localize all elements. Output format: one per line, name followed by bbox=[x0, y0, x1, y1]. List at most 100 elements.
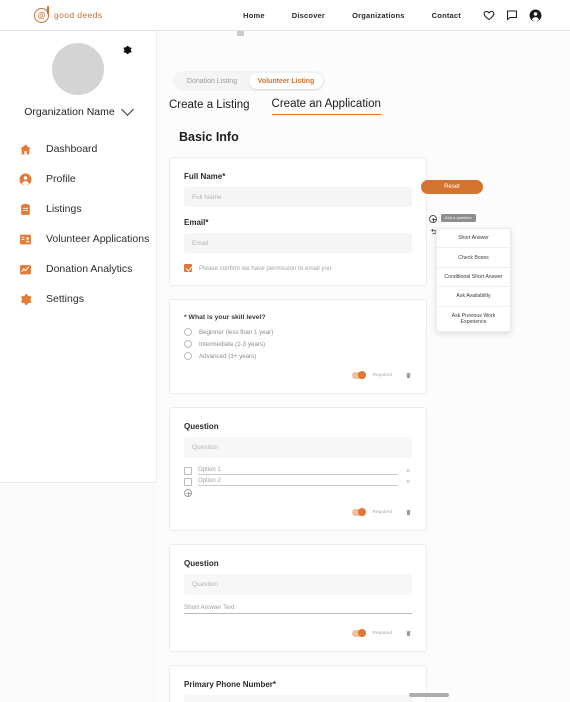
card-footer: Required bbox=[184, 366, 412, 384]
add-question-row: Add a question bbox=[429, 214, 476, 223]
sidebar-menu: Dashboard Profile Listings Volunteer App… bbox=[0, 134, 156, 314]
radio-icon[interactable] bbox=[184, 340, 192, 348]
reset-button[interactable]: Reset bbox=[421, 180, 483, 194]
dropdown-item-ask-availability[interactable]: Ask Availability bbox=[437, 287, 510, 307]
nav-item-organizations[interactable]: Organizations bbox=[352, 11, 405, 20]
person-icon bbox=[18, 172, 33, 187]
app-page: @ good deeds Home Discover Organizations… bbox=[0, 0, 570, 702]
sidebar-item-label: Volunteer Applications bbox=[46, 233, 150, 245]
checkbox-question-card: Question Question Option 1 × Option 2 × … bbox=[169, 407, 427, 531]
radio-icon[interactable] bbox=[184, 328, 192, 336]
top-header: @ good deeds Home Discover Organizations… bbox=[0, 0, 570, 31]
delete-icon[interactable] bbox=[405, 366, 412, 384]
required-label: Required bbox=[372, 630, 392, 636]
option-row: Option 1 × bbox=[184, 467, 412, 475]
sidebar: Organization Name Dashboard Profile List… bbox=[0, 31, 157, 483]
card-footer: Required bbox=[184, 503, 412, 521]
sidebar-item-listings[interactable]: Listings bbox=[0, 194, 156, 224]
email-label: Email* bbox=[184, 218, 209, 227]
page-title: Basic Info bbox=[179, 130, 239, 144]
required-label: Required bbox=[372, 372, 392, 378]
sidebar-item-settings[interactable]: Settings bbox=[0, 284, 156, 314]
card-footer: Required bbox=[184, 624, 412, 642]
skill-level-question: * What is your skill level? bbox=[184, 314, 266, 321]
option-input[interactable]: Option 1 bbox=[198, 467, 398, 475]
brand-logo[interactable]: @ good deeds bbox=[34, 5, 103, 23]
sidebar-item-profile[interactable]: Profile bbox=[0, 164, 156, 194]
sidebar-item-dashboard[interactable]: Dashboard bbox=[0, 134, 156, 164]
chat-icon[interactable] bbox=[506, 9, 518, 21]
add-question-tooltip: Add a question bbox=[441, 214, 476, 222]
remove-option-icon[interactable]: × bbox=[404, 468, 412, 475]
required-toggle[interactable] bbox=[351, 371, 366, 379]
option-checkbox[interactable] bbox=[184, 467, 192, 475]
radio-label: Beginner (less than 1 year) bbox=[199, 328, 274, 336]
organization-selector[interactable]: Organization Name bbox=[0, 103, 156, 118]
horizontal-scrollbar[interactable] bbox=[409, 693, 449, 697]
content-tabs: Create a Listing Create an Application bbox=[169, 98, 381, 115]
question-title: Question bbox=[184, 422, 219, 431]
account-icon[interactable] bbox=[529, 9, 542, 22]
tab-create-listing[interactable]: Create a Listing bbox=[169, 99, 250, 115]
radio-icon[interactable] bbox=[184, 352, 192, 360]
radio-option-intermediate[interactable]: Intermediate (1-3 years) bbox=[184, 340, 412, 348]
organization-avatar[interactable] bbox=[52, 43, 104, 95]
home-icon bbox=[18, 142, 33, 157]
option-input[interactable]: Option 2 bbox=[198, 478, 398, 486]
form-column: Basic Info Full Name* Full Name Email* E… bbox=[169, 130, 427, 702]
remove-option-icon[interactable]: × bbox=[404, 479, 412, 486]
phone-title: Primary Phone Number* bbox=[184, 680, 277, 689]
applications-icon bbox=[18, 232, 33, 247]
chevron-down-icon bbox=[120, 103, 134, 116]
logo-text: good deeds bbox=[54, 10, 103, 20]
nav-item-home[interactable]: Home bbox=[243, 11, 265, 20]
nav-item-discover[interactable]: Discover bbox=[292, 11, 325, 20]
email-consent-label: Please confirm we have permission to ema… bbox=[199, 264, 332, 272]
email-input[interactable]: Email bbox=[184, 233, 412, 253]
radio-option-advanced[interactable]: Advanced (3+ years) bbox=[184, 352, 412, 360]
logo-icon: @ bbox=[34, 5, 49, 23]
dropdown-item-ask-previous-work-experience[interactable]: Ask Previous Work Experience bbox=[437, 307, 510, 331]
organization-name: Organization Name bbox=[24, 106, 115, 118]
settings-gear-icon[interactable] bbox=[122, 42, 132, 60]
tab-create-application[interactable]: Create an Application bbox=[271, 98, 381, 115]
add-option-icon[interactable] bbox=[184, 489, 192, 497]
option-checkbox[interactable] bbox=[184, 478, 192, 486]
heart-icon[interactable] bbox=[483, 9, 495, 21]
sidebar-item-label: Listings bbox=[46, 203, 82, 215]
dropdown-item-short-answer[interactable]: Short Answer bbox=[437, 229, 510, 249]
phone-question-input[interactable]: Question bbox=[184, 695, 412, 702]
delete-icon[interactable] bbox=[405, 503, 412, 521]
full-name-input[interactable]: Full Name bbox=[184, 187, 412, 207]
add-question-icon[interactable] bbox=[429, 215, 437, 223]
radio-option-beginner[interactable]: Beginner (less than 1 year) bbox=[184, 328, 412, 336]
basic-info-card: Full Name* Full Name Email* Email Please… bbox=[169, 157, 427, 286]
pill-donation-listing[interactable]: Donation Listing bbox=[175, 73, 249, 89]
clipboard-icon bbox=[18, 202, 33, 217]
sidebar-item-label: Profile bbox=[46, 173, 76, 185]
skill-level-card: * What is your skill level? Beginner (le… bbox=[169, 299, 427, 394]
drag-handle[interactable] bbox=[237, 31, 244, 36]
short-answer-input[interactable]: Short Answer Text bbox=[184, 604, 412, 614]
gear-icon bbox=[18, 292, 33, 307]
sidebar-item-donation-analytics[interactable]: Donation Analytics bbox=[0, 254, 156, 284]
pill-volunteer-listing[interactable]: Volunteer Listing bbox=[249, 73, 323, 89]
email-consent-row[interactable]: Please confirm we have permission to ema… bbox=[184, 264, 412, 272]
dropdown-item-check-boxes[interactable]: Check Boxes bbox=[437, 248, 510, 268]
main-content: Donation Listing Volunteer Listing Creat… bbox=[157, 31, 570, 702]
question-input[interactable]: Question bbox=[184, 437, 412, 458]
radio-label: Intermediate (1-3 years) bbox=[199, 340, 266, 348]
nav-item-contact[interactable]: Contact bbox=[432, 11, 461, 20]
analytics-icon bbox=[18, 262, 33, 277]
listing-type-toggle: Donation Listing Volunteer Listing bbox=[173, 71, 325, 91]
sidebar-item-label: Settings bbox=[46, 293, 84, 305]
required-toggle[interactable] bbox=[351, 629, 366, 637]
email-consent-checkbox[interactable] bbox=[184, 264, 192, 272]
delete-icon[interactable] bbox=[405, 624, 412, 642]
required-toggle[interactable] bbox=[351, 508, 366, 516]
sidebar-item-volunteer-applications[interactable]: Volunteer Applications bbox=[0, 224, 156, 254]
option-row: Option 2 × bbox=[184, 478, 412, 486]
dropdown-item-conditional-short-answer[interactable]: Conditional Short Answer bbox=[437, 268, 510, 288]
question-title: Question bbox=[184, 559, 219, 568]
question-input[interactable]: Question bbox=[184, 574, 412, 595]
